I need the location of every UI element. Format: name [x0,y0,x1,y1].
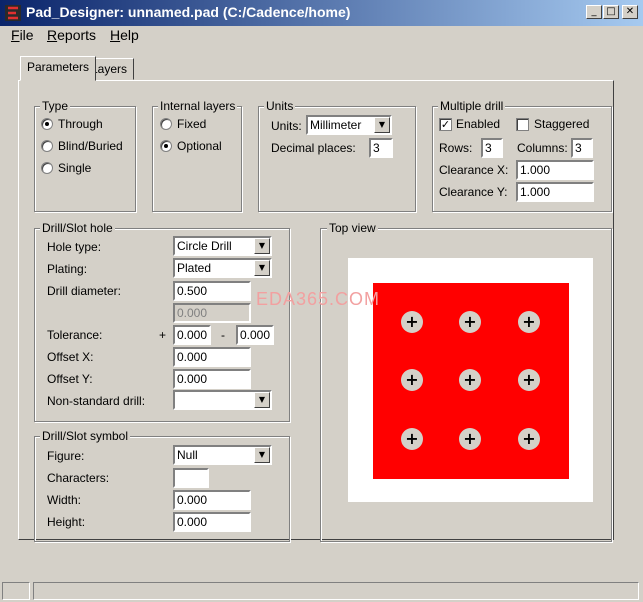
characters-label: Characters: [47,471,110,485]
tolerance-minus-input[interactable]: 0.000 [236,325,274,345]
units-legend: Units [264,99,296,113]
units-label: Units: [271,119,302,133]
status-bar [0,580,643,602]
offset-x-label: Offset X: [47,350,94,364]
plating-label: Plating: [47,262,88,276]
internal-layers-legend: Internal layers [158,99,238,113]
chevron-down-icon[interactable]: ▼ [254,447,270,463]
chevron-down-icon[interactable]: ▼ [254,238,270,254]
drill-hole: + [518,369,540,391]
tolerance-minus-sign: - [221,328,225,342]
chevron-down-icon[interactable]: ▼ [254,392,270,408]
figure-label: Figure: [47,449,85,463]
watermark: EDA365.COM [256,289,381,309]
app-icon [5,5,21,21]
status-pane [33,582,639,600]
menu-file[interactable]: File [11,27,34,43]
type-blind-buried-radio[interactable] [41,140,53,152]
chevron-down-icon[interactable]: ▼ [254,260,270,276]
staggered-label[interactable]: Staggered [534,117,589,131]
minimize-button[interactable]: _ [586,5,602,19]
type-group-legend: Type [40,99,71,113]
characters-input[interactable] [173,468,209,488]
layers-optional-label[interactable]: Optional [177,139,222,153]
top-view-legend: Top view [327,221,378,235]
drill-hole: + [459,311,481,333]
tab-parameters[interactable]: Parameters [20,56,97,81]
clearance-y-input[interactable]: 1.000 [516,182,594,202]
width-label: Width: [47,493,82,507]
multiple-drill-legend: Multiple drill [438,99,506,113]
clearance-x-label: Clearance X: [439,163,509,177]
staggered-checkbox[interactable] [516,118,529,131]
units-select[interactable]: Millimeter ▼ [306,115,392,135]
decimal-places-label: Decimal places: [271,141,356,155]
columns-input[interactable]: 3 [571,138,593,158]
type-through-label[interactable]: Through [58,117,103,131]
type-single-label[interactable]: Single [58,161,91,175]
chevron-down-icon[interactable]: ▼ [374,117,390,133]
nonstandard-drill-select[interactable]: ▼ [173,390,272,410]
drill-hole: + [401,369,423,391]
height-input[interactable]: 0.000 [173,512,251,532]
menu-help[interactable]: Help [110,27,139,43]
drill-slot-hole-legend: Drill/Slot hole [40,221,115,235]
hole-type-select[interactable]: Circle Drill ▼ [173,236,272,256]
type-through-radio[interactable] [41,118,53,130]
drill-hole: + [459,428,481,450]
tolerance-plus-input[interactable]: 0.000 [173,325,211,345]
clearance-y-label: Clearance Y: [439,185,508,199]
window-title: Pad_Designer: unnamed.pad (C:/Cadence/ho… [26,4,351,20]
width-input[interactable]: 0.000 [173,490,251,510]
enabled-checkbox[interactable]: ✓ [439,118,452,131]
title-bar[interactable]: Pad_Designer: unnamed.pad (C:/Cadence/ho… [0,0,643,26]
hole-type-label: Hole type: [47,240,102,254]
plating-select[interactable]: Plated ▼ [173,258,272,278]
close-button[interactable]: ✕ [622,5,638,19]
type-blind-buried-label[interactable]: Blind/Buried [58,139,123,153]
nonstandard-drill-label: Non-standard drill: [47,394,146,408]
height-label: Height: [47,515,86,529]
drill-hole: + [401,311,423,333]
columns-label: Columns: [517,141,568,155]
clearance-x-input[interactable]: 1.000 [516,160,594,180]
layers-fixed-radio[interactable] [160,118,172,130]
offset-y-label: Offset Y: [47,372,93,386]
enabled-label[interactable]: Enabled [456,117,500,131]
rows-label: Rows: [439,141,473,155]
layers-optional-radio[interactable] [160,140,172,152]
figure-select[interactable]: Null ▼ [173,445,272,465]
offset-x-input[interactable]: 0.000 [173,347,251,367]
drill-hole: + [518,428,540,450]
status-pane [2,582,30,600]
menu-bar: File Reports Help [0,26,643,46]
drill-diameter-input[interactable]: 0.500 [173,281,251,301]
layers-fixed-label[interactable]: Fixed [177,117,206,131]
tolerance-plus-sign: + [159,328,167,342]
type-single-radio[interactable] [41,162,53,174]
drill-hole: + [401,428,423,450]
rows-input[interactable]: 3 [481,138,503,158]
drill-hole: + [518,311,540,333]
secondary-diameter-input: 0.000 [173,303,251,323]
drill-hole: + [459,369,481,391]
decimal-places-input[interactable]: 3 [369,138,393,158]
drill-diameter-label: Drill diameter: [47,284,122,298]
tolerance-label: Tolerance: [47,328,103,342]
maximize-button[interactable]: □ [603,5,619,19]
menu-reports[interactable]: Reports [47,27,96,43]
offset-y-input[interactable]: 0.000 [173,369,251,389]
drill-slot-symbol-legend: Drill/Slot symbol [40,429,131,443]
